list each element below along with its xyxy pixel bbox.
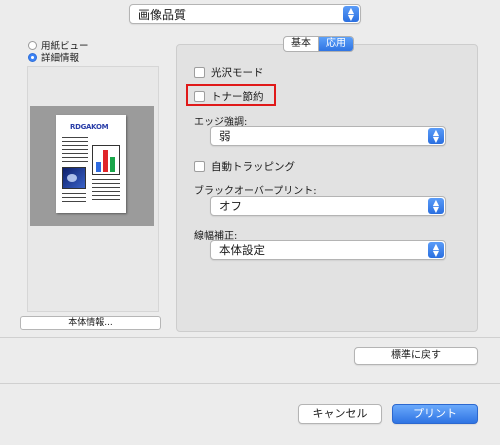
preview-page: RDGAKOM (56, 115, 126, 213)
divider-line (0, 337, 500, 338)
tab-advanced[interactable]: 応用 (319, 37, 353, 51)
category-popup-label: 画像品質 (138, 7, 187, 22)
toner-save-checkbox[interactable] (194, 91, 205, 102)
radio-paper-view-button[interactable] (28, 40, 37, 50)
black-overprint-popup[interactable]: オフ ▲ ▼ (210, 196, 446, 216)
auto-trapping-checkbox[interactable] (194, 161, 205, 172)
preview-text-lines-2 (92, 179, 120, 203)
black-overprint-value: オフ (219, 199, 242, 213)
tab-basic[interactable]: 基本 (284, 37, 318, 51)
line-width-value: 本体設定 (219, 243, 265, 257)
restore-defaults-button[interactable]: 標準に戻す (354, 347, 478, 365)
popup-stepper-icon: ▲ ▼ (428, 198, 444, 214)
divider-line-bottom (0, 383, 500, 384)
preview-text-lines (62, 137, 88, 165)
radio-detail-info-button[interactable] (28, 52, 37, 62)
edge-enhance-value: 弱 (219, 129, 231, 143)
glossy-mode-option[interactable]: 光沢モード (194, 65, 264, 80)
tab-control: 基本 応用 (283, 36, 354, 52)
preview-text-lines-3 (62, 193, 86, 205)
cancel-button[interactable]: キャンセル (298, 404, 382, 424)
device-info-button[interactable]: 本体情報... (20, 316, 161, 330)
line-width-popup[interactable]: 本体設定 ▲ ▼ (210, 240, 446, 260)
auto-trapping-label: 自動トラッピング (211, 161, 295, 173)
radio-detail-info[interactable]: 詳細情報 (28, 50, 79, 64)
black-overprint-label: ブラックオーバープリント: (194, 186, 317, 197)
toner-save-label: トナー節約 (211, 91, 264, 103)
preview-photo-icon (62, 167, 86, 189)
edge-enhance-popup[interactable]: 弱 ▲ ▼ (210, 126, 446, 146)
category-popup[interactable]: 画像品質 ▲ ▼ (129, 4, 361, 24)
preview-chart-icon (92, 145, 120, 175)
glossy-mode-label: 光沢モード (211, 67, 264, 79)
print-button[interactable]: プリント (392, 404, 478, 424)
radio-detail-info-label: 詳細情報 (41, 53, 80, 64)
popup-stepper-icon: ▲ ▼ (343, 6, 359, 22)
auto-trapping-option[interactable]: 自動トラッピング (194, 159, 295, 174)
popup-stepper-icon: ▲ ▼ (428, 128, 444, 144)
preview-page-title: RDGAKOM (70, 123, 109, 131)
glossy-mode-checkbox[interactable] (194, 67, 205, 78)
toner-save-option[interactable]: トナー節約 (194, 89, 264, 104)
popup-stepper-icon: ▲ ▼ (428, 242, 444, 258)
